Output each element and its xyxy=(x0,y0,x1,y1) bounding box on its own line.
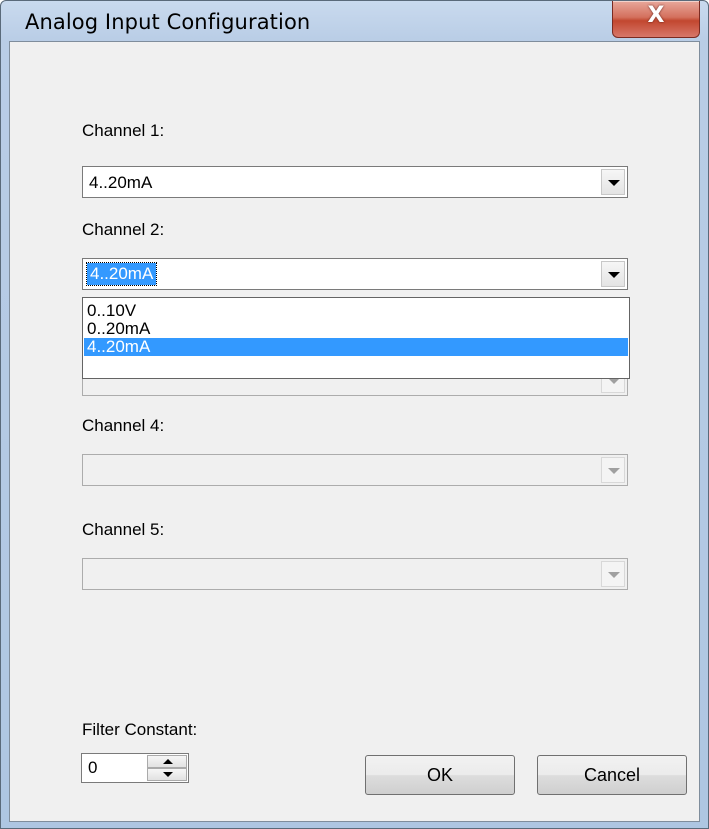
filter-constant-label: Filter Constant: xyxy=(82,720,198,739)
dialog-client-area: Channel 1: 4..20mA Channel 2: 4..20mA Ch… xyxy=(9,41,700,822)
channel-4-select[interactable] xyxy=(82,454,628,486)
title-bar[interactable]: Analog Input Configuration X xyxy=(1,1,708,41)
ok-button[interactable]: OK xyxy=(365,755,515,795)
channel-2-value: 4..20mA xyxy=(85,262,158,286)
chevron-down-icon[interactable] xyxy=(601,261,625,287)
channel-5-select[interactable] xyxy=(82,558,628,590)
channel-5-label: Channel 5: xyxy=(82,520,165,539)
channel-1-select[interactable]: 4..20mA xyxy=(82,166,628,198)
channel-4-label: Channel 4: xyxy=(82,416,165,435)
chevron-down-icon[interactable] xyxy=(601,169,625,195)
dropdown-option[interactable]: 0..10V xyxy=(84,302,628,320)
chevron-down-icon xyxy=(601,561,625,587)
cancel-button[interactable]: Cancel xyxy=(537,755,687,795)
spin-down-icon[interactable] xyxy=(147,768,187,781)
filter-constant-spinner[interactable]: 0 xyxy=(81,753,189,783)
dropdown-option[interactable]: 0..20mA xyxy=(84,320,628,338)
channel-1-label: Channel 1: xyxy=(82,121,165,140)
channel-1-value: 4..20mA xyxy=(89,173,153,192)
chevron-down-icon xyxy=(601,457,625,483)
filter-constant-value[interactable]: 0 xyxy=(88,758,97,778)
channel-2-label: Channel 2: xyxy=(82,220,165,239)
spin-up-icon[interactable] xyxy=(147,755,187,768)
dropdown-option-selected[interactable]: 4..20mA xyxy=(84,338,628,356)
dialog-window: Analog Input Configuration X Channel 1: … xyxy=(0,0,709,829)
channel-2-dropdown-list: 0..10V 0..20mA 4..20mA xyxy=(82,297,630,379)
window-title: Analog Input Configuration xyxy=(25,10,311,34)
close-button[interactable]: X xyxy=(612,1,700,38)
channel-2-select[interactable]: 4..20mA xyxy=(82,258,628,290)
close-icon: X xyxy=(647,3,665,28)
